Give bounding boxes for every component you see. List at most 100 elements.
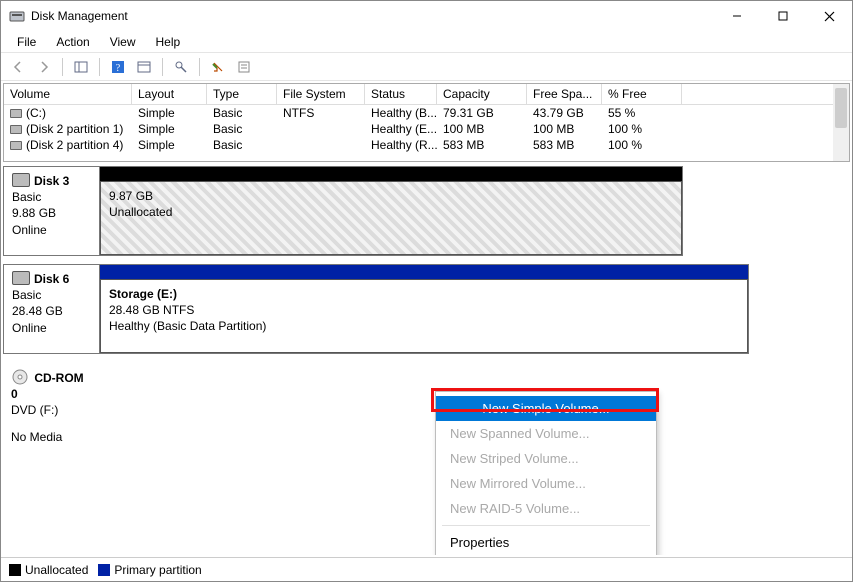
cell-status: Healthy (R...: [365, 137, 437, 153]
close-button[interactable]: [806, 1, 852, 31]
settings-button[interactable]: [170, 56, 192, 78]
swatch-unallocated: [9, 564, 21, 576]
cell-free: 43.79 GB: [527, 105, 602, 121]
col-volume[interactable]: Volume: [4, 84, 132, 104]
disk-kind: Basic: [12, 189, 91, 205]
legend-unallocated: Unallocated: [9, 563, 88, 577]
legend-primary-partition: Primary partition: [98, 563, 201, 577]
disk-size: 28.48 GB: [12, 303, 91, 319]
disk-icon: [10, 141, 22, 150]
cell-status: Healthy (E...: [365, 121, 437, 137]
context-menu: New Simple Volume... New Spanned Volume.…: [435, 391, 657, 555]
menu-view[interactable]: View: [102, 33, 144, 51]
window: Disk Management File Action View Help: [0, 0, 853, 582]
cell-fs: NTFS: [277, 105, 365, 121]
cell-fs: [277, 137, 365, 153]
menu-file[interactable]: File: [9, 33, 44, 51]
disk-state: Online: [12, 320, 91, 336]
menubar: File Action View Help: [1, 31, 852, 53]
ctx-new-mirrored-volume: New Mirrored Volume...: [436, 471, 656, 496]
cell-fs: [277, 121, 365, 137]
cell-type: Basic: [207, 137, 277, 153]
disk-volumes: Storage (E:) 28.48 GB NTFS Healthy (Basi…: [100, 265, 748, 353]
disk-name: Disk 6: [34, 272, 69, 286]
volume-title: Storage (E:): [109, 287, 177, 301]
col-capacity[interactable]: Capacity: [437, 84, 527, 104]
minimize-button[interactable]: [714, 1, 760, 31]
cell-layout: Simple: [132, 121, 207, 137]
disk-icon: [12, 271, 30, 285]
disk-size: 9.88 GB: [12, 205, 91, 221]
volume-storage-e[interactable]: Storage (E:) 28.48 GB NTFS Healthy (Basi…: [100, 279, 748, 353]
disk-kind: Basic: [12, 287, 91, 303]
forward-button[interactable]: [33, 56, 55, 78]
disk-info[interactable]: CD-ROM 0 DVD (F:) No Media: [3, 362, 99, 448]
disk-icon: [10, 125, 22, 134]
refresh-button[interactable]: [207, 56, 229, 78]
volume-status: Healthy (Basic Data Partition): [109, 318, 739, 334]
volume-size-fs: 28.48 GB NTFS: [109, 302, 739, 318]
disk-icon: [10, 109, 22, 118]
legend-bar: Unallocated Primary partition: [1, 557, 852, 581]
ctx-new-simple-volume[interactable]: New Simple Volume...: [436, 396, 656, 421]
disk-state: No Media: [11, 429, 91, 445]
disk-state: Online: [12, 222, 91, 238]
ctx-new-raid5-volume: New RAID-5 Volume...: [436, 496, 656, 521]
volume-list-header: Volume Layout Type File System Status Ca…: [4, 84, 849, 105]
col-freespace[interactable]: Free Spa...: [527, 84, 602, 104]
disk-map: Disk 3 Basic 9.88 GB Online 9.87 GB Unal…: [3, 166, 850, 555]
disk-row-disk6: Disk 6 Basic 28.48 GB Online Storage (E:…: [3, 264, 749, 354]
table-row[interactable]: (Disk 2 partition 4) Simple Basic Health…: [4, 137, 849, 153]
cell-free: 583 MB: [527, 137, 602, 153]
col-pctfree[interactable]: % Free: [602, 84, 682, 104]
cell-free: 100 MB: [527, 121, 602, 137]
cell-type: Basic: [207, 105, 277, 121]
cell-volume: (Disk 2 partition 4): [26, 138, 123, 152]
disk-volumes: 9.87 GB Unallocated: [100, 167, 682, 255]
menu-help[interactable]: Help: [148, 33, 189, 51]
show-hide-console-tree-button[interactable]: [70, 56, 92, 78]
volume-list[interactable]: Volume Layout Type File System Status Ca…: [3, 83, 850, 162]
volume-header-bar: [100, 167, 682, 181]
titlebar: Disk Management: [1, 1, 852, 31]
toolbar: ?: [1, 53, 852, 81]
menu-action[interactable]: Action: [48, 33, 97, 51]
properties-button[interactable]: [233, 56, 255, 78]
ctx-separator: [442, 525, 650, 526]
disk-info[interactable]: Disk 3 Basic 9.88 GB Online: [4, 167, 100, 255]
volume-list-scrollbar[interactable]: [833, 84, 849, 161]
col-status[interactable]: Status: [365, 84, 437, 104]
help-button[interactable]: ?: [107, 56, 129, 78]
volume-unallocated[interactable]: 9.87 GB Unallocated: [100, 181, 682, 255]
col-filesystem[interactable]: File System: [277, 84, 365, 104]
action-list-button[interactable]: [133, 56, 155, 78]
cell-layout: Simple: [132, 105, 207, 121]
swatch-primary: [98, 564, 110, 576]
ctx-properties[interactable]: Properties: [436, 530, 656, 555]
ctx-new-striped-volume: New Striped Volume...: [436, 446, 656, 471]
col-layout[interactable]: Layout: [132, 84, 207, 104]
table-row[interactable]: (Disk 2 partition 1) Simple Basic Health…: [4, 121, 849, 137]
disk-icon: [12, 173, 30, 187]
col-type[interactable]: Type: [207, 84, 277, 104]
back-button[interactable]: [7, 56, 29, 78]
ctx-new-spanned-volume: New Spanned Volume...: [436, 421, 656, 446]
cd-icon: [11, 368, 29, 386]
cell-volume: (Disk 2 partition 1): [26, 122, 123, 136]
cell-pct: 55 %: [602, 105, 682, 121]
table-row[interactable]: (C:) Simple Basic NTFS Healthy (B... 79.…: [4, 105, 849, 121]
cell-pct: 100 %: [602, 137, 682, 153]
maximize-button[interactable]: [760, 1, 806, 31]
disk-management-icon: [9, 8, 25, 24]
window-title: Disk Management: [31, 9, 128, 23]
volume-header-bar: [100, 265, 748, 279]
disk-drive-letter: DVD (F:): [11, 402, 91, 418]
col-blank: [682, 84, 849, 104]
disk-row-disk3: Disk 3 Basic 9.88 GB Online 9.87 GB Unal…: [3, 166, 683, 256]
disk-info[interactable]: Disk 6 Basic 28.48 GB Online: [4, 265, 100, 353]
cell-capacity: 79.31 GB: [437, 105, 527, 121]
cell-capacity: 100 MB: [437, 121, 527, 137]
cell-pct: 100 %: [602, 121, 682, 137]
cell-status: Healthy (B...: [365, 105, 437, 121]
cell-volume: (C:): [26, 106, 46, 120]
